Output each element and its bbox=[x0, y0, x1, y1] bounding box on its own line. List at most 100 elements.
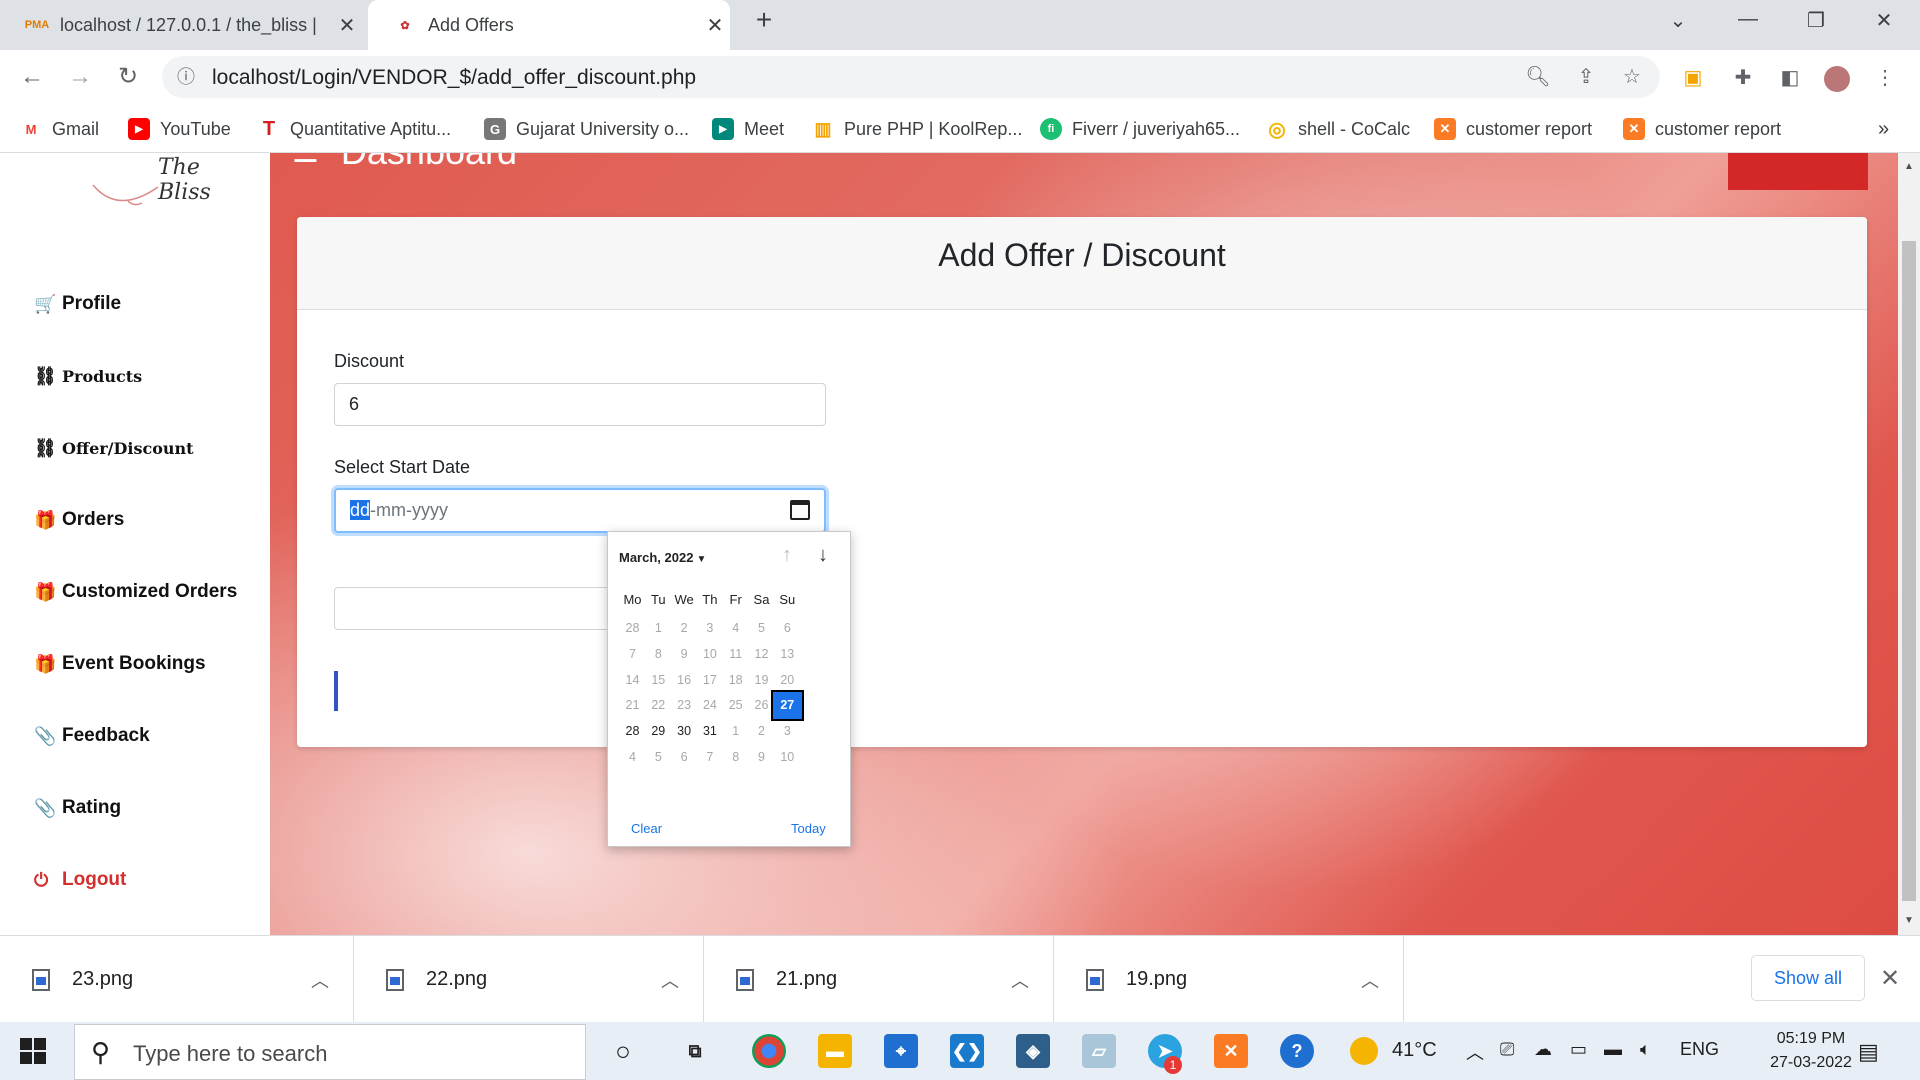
help-icon[interactable]: ? bbox=[1280, 1034, 1314, 1068]
display-icon[interactable]: ▭ bbox=[1570, 1039, 1587, 1060]
day-cell[interactable]: 27 bbox=[770, 690, 804, 722]
day-cell[interactable]: 30 bbox=[670, 718, 699, 745]
download-item[interactable]: 21.png ︿ bbox=[704, 936, 1054, 1023]
day-cell[interactable]: 18 bbox=[721, 667, 750, 694]
bookmark-customer-report[interactable]: ✕ customer report bbox=[1434, 115, 1592, 143]
today-button[interactable]: Today bbox=[791, 821, 826, 836]
day-cell[interactable]: 23 bbox=[670, 692, 699, 719]
temperature[interactable]: 41°C bbox=[1392, 1039, 1437, 1062]
sidebar-item-offer-discount[interactable]: ⛓ Offer/Discount bbox=[34, 433, 194, 463]
windows-start-icon[interactable] bbox=[20, 1038, 46, 1064]
day-cell[interactable]: 17 bbox=[695, 667, 724, 694]
day-cell[interactable]: 10 bbox=[773, 744, 802, 771]
back-icon[interactable]: ← bbox=[16, 62, 48, 94]
date-segment-day[interactable]: dd bbox=[350, 500, 371, 520]
download-item[interactable]: 23.png ︿ bbox=[0, 936, 354, 1023]
bookmark-gujarat-university[interactable]: G Gujarat University o... bbox=[484, 115, 689, 143]
tab-phpmyadmin[interactable]: PMA localhost / 127.0.0.1 / the_bliss | … bbox=[0, 0, 362, 50]
scroll-up-icon[interactable]: ▲ bbox=[1904, 161, 1914, 172]
notifications-icon[interactable]: ▤ bbox=[1858, 1039, 1879, 1065]
chrome-icon[interactable] bbox=[752, 1034, 786, 1068]
clear-button[interactable]: Clear bbox=[631, 821, 662, 836]
hamburger-icon[interactable]: ☰ bbox=[292, 153, 319, 170]
day-cell[interactable]: 14 bbox=[618, 667, 647, 694]
discount-input[interactable]: 6 bbox=[334, 383, 826, 426]
bookmark-cocalc[interactable]: ◎ shell - CoCalc bbox=[1266, 115, 1410, 143]
chevron-up-icon[interactable]: ︿ bbox=[311, 967, 329, 993]
day-cell[interactable]: 26 bbox=[747, 692, 776, 719]
onedrive-icon[interactable]: ☁ bbox=[1534, 1039, 1552, 1060]
day-cell[interactable]: 21 bbox=[618, 692, 647, 719]
day-cell[interactable]: 2 bbox=[747, 718, 776, 745]
day-cell[interactable]: 6 bbox=[773, 615, 802, 642]
bookmark-gmail[interactable]: M Gmail bbox=[20, 115, 99, 143]
language-indicator[interactable]: ENG bbox=[1680, 1039, 1719, 1060]
sidebar-item-products[interactable]: ⛓ Products bbox=[34, 361, 142, 391]
battery-icon[interactable]: ▬ bbox=[1604, 1039, 1622, 1060]
day-cell[interactable]: 28 bbox=[618, 718, 647, 745]
day-cell[interactable]: 31 bbox=[695, 718, 724, 745]
day-cell[interactable]: 12 bbox=[747, 641, 776, 668]
bookmark-koolreport[interactable]: ▥ Pure PHP | KoolRep... bbox=[812, 115, 1022, 143]
day-cell[interactable]: 16 bbox=[670, 667, 699, 694]
vscode-icon[interactable]: ❮❯ bbox=[950, 1034, 984, 1068]
show-all-button[interactable]: Show all bbox=[1751, 955, 1865, 1001]
sidebar-item-rating[interactable]: 📎 Rating bbox=[34, 793, 121, 823]
zoom-icon[interactable]: 🔍︎ bbox=[1524, 64, 1552, 92]
avatar[interactable] bbox=[1824, 66, 1850, 92]
taskbar-search-box[interactable]: ⚲ Type here to search bbox=[74, 1024, 586, 1080]
day-cell[interactable]: 4 bbox=[618, 744, 647, 771]
forward-icon[interactable]: → bbox=[64, 62, 96, 94]
day-cell[interactable]: 22 bbox=[644, 692, 673, 719]
sidebar-item-event-bookings[interactable]: 🎁 Event Bookings bbox=[34, 649, 206, 679]
day-cell[interactable]: 25 bbox=[721, 692, 750, 719]
day-cell[interactable]: 2 bbox=[670, 615, 699, 642]
previous-month-icon[interactable]: ↑ bbox=[775, 544, 799, 568]
day-cell[interactable]: 1 bbox=[644, 615, 673, 642]
url-text[interactable]: localhost/Login/VENDOR_$/add_offer_disco… bbox=[212, 66, 696, 90]
day-cell[interactable]: 29 bbox=[644, 718, 673, 745]
day-cell[interactable]: 20 bbox=[773, 667, 802, 694]
sidebar-item-logout[interactable]: ⏻ Logout bbox=[34, 865, 126, 895]
meet-now-icon[interactable]: ⎚ bbox=[1500, 1039, 1514, 1060]
task-view-icon[interactable]: ⧉ bbox=[678, 1034, 712, 1068]
day-cell[interactable]: 4 bbox=[721, 615, 750, 642]
day-cell[interactable]: 6 bbox=[670, 744, 699, 771]
restore-button[interactable]: ❐ bbox=[1796, 8, 1836, 38]
close-tab-icon[interactable]: ✕ bbox=[332, 13, 362, 38]
reload-icon[interactable]: ↻ bbox=[112, 62, 144, 94]
bookmark-meet[interactable]: ▶ Meet bbox=[712, 115, 784, 143]
day-cell[interactable]: 3 bbox=[695, 615, 724, 642]
day-cell[interactable]: 7 bbox=[618, 641, 647, 668]
day-cell[interactable]: 9 bbox=[670, 641, 699, 668]
minimize-button[interactable]: — bbox=[1728, 8, 1768, 38]
weather-icon[interactable] bbox=[1350, 1037, 1378, 1065]
close-window-button[interactable]: ✕ bbox=[1864, 8, 1904, 38]
volume-icon[interactable]: 🔈︎ bbox=[1640, 1039, 1651, 1060]
chevron-up-icon[interactable]: ︿ bbox=[1011, 967, 1029, 993]
download-item[interactable]: 19.png ︿ bbox=[1054, 936, 1404, 1023]
day-cell[interactable]: 7 bbox=[695, 744, 724, 771]
day-cell[interactable]: 13 bbox=[773, 641, 802, 668]
share-icon[interactable]: ⇪ bbox=[1572, 64, 1600, 92]
bookmark-youtube[interactable]: ▶ YouTube bbox=[128, 115, 231, 143]
scroll-down-icon[interactable]: ▼ bbox=[1904, 915, 1914, 926]
start-date-input[interactable]: dd-mm-yyyy bbox=[334, 488, 826, 533]
user-menu-button[interactable] bbox=[1728, 153, 1868, 190]
address-bar[interactable]: ⓘ localhost/Login/VENDOR_$/add_offer_dis… bbox=[162, 56, 1660, 98]
tab-search-icon[interactable]: ⌄ bbox=[1658, 8, 1698, 38]
month-year-selector[interactable]: March, 2022 ▼ bbox=[619, 550, 706, 565]
sidebar-item-orders[interactable]: 🎁 Orders bbox=[34, 505, 124, 535]
chevron-up-icon[interactable]: ︿ bbox=[661, 967, 679, 993]
sublime-icon[interactable]: ▱ bbox=[1082, 1034, 1116, 1068]
day-cell[interactable]: 28 bbox=[618, 615, 647, 642]
day-cell[interactable]: 24 bbox=[695, 692, 724, 719]
day-cell[interactable]: 10 bbox=[695, 641, 724, 668]
star-icon[interactable]: ☆ bbox=[1618, 64, 1646, 92]
tab-add-offers[interactable]: ✿ Add Offers ✕ bbox=[368, 0, 730, 50]
menu-icon[interactable]: ⋮ bbox=[1872, 66, 1898, 92]
calendar-icon[interactable] bbox=[790, 500, 810, 520]
new-tab-button[interactable]: + bbox=[744, 4, 784, 35]
xampp-icon[interactable]: ✕ bbox=[1214, 1034, 1248, 1068]
mysql-workbench-icon[interactable]: ◈ bbox=[1016, 1034, 1050, 1068]
